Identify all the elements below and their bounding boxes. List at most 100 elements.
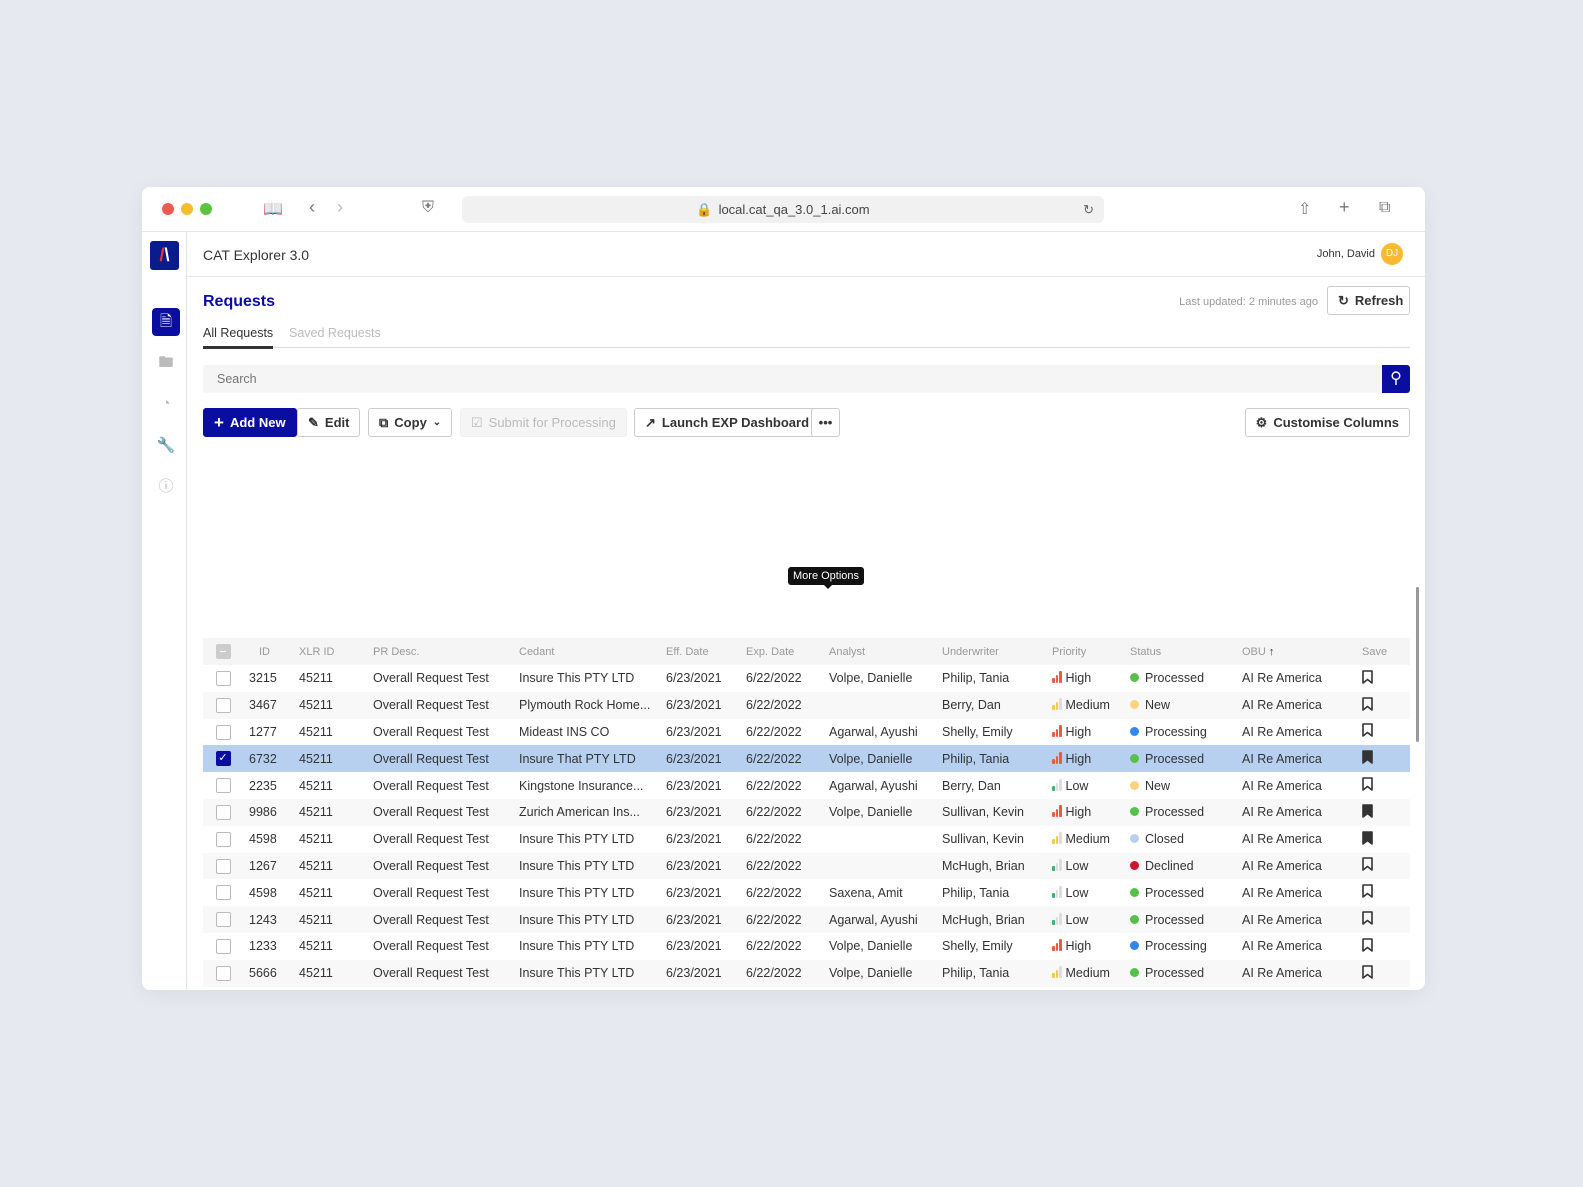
bookmark-icon[interactable] (1362, 964, 1373, 979)
column-header-save[interactable]: Save (1362, 638, 1410, 665)
column-header-underwriter[interactable]: Underwriter (942, 638, 1052, 665)
bookmark-icon[interactable] (1362, 723, 1373, 738)
column-header-status[interactable]: Status (1130, 638, 1242, 665)
back-icon[interactable]: ‹ (309, 197, 315, 218)
close-window-button[interactable] (162, 203, 174, 215)
tabs: All Requests Saved Requests (203, 321, 1410, 349)
priority-bars-icon (1052, 805, 1062, 818)
last-updated: Last updated: 2 minutes ago (1179, 296, 1318, 308)
bookmark-icon[interactable] (1362, 696, 1373, 711)
refresh-button[interactable]: ↻ Refresh (1327, 286, 1410, 315)
cell-status: Processed (1130, 799, 1242, 826)
table-row[interactable]: 4598 45211 Overall Request Test Insure T… (203, 826, 1410, 853)
reload-icon[interactable]: ↻ (1083, 196, 1094, 223)
cell-cedant: Mideast INS CO (519, 724, 610, 739)
column-header-exp-date[interactable]: Exp. Date (746, 638, 829, 665)
bookmark-icon[interactable] (1362, 884, 1373, 899)
table-row[interactable]: 3215 45211 Overall Request Test Insure T… (203, 665, 1410, 692)
row-checkbox[interactable] (215, 885, 231, 901)
table-row[interactable]: 1267 45211 Overall Request Test Insure T… (203, 852, 1410, 880)
column-header-priority[interactable]: Priority (1052, 638, 1130, 665)
column-header-cedant[interactable]: Cedant (519, 638, 666, 665)
table-scrollbar[interactable] (1416, 587, 1419, 742)
search-input[interactable] (203, 365, 1382, 393)
table-row[interactable]: 2235 45211 Overall Request Test Kingston… (203, 772, 1410, 799)
shield-icon[interactable]: ⛨ (422, 199, 434, 217)
bookmark-icon[interactable] (1362, 777, 1373, 791)
table-row[interactable]: 5666 45211 Overall Request Test Insure T… (203, 959, 1410, 987)
table-row[interactable]: 1233 45211 Overall Request Test Insure T… (203, 933, 1410, 960)
minimize-window-button[interactable] (181, 203, 193, 215)
bookmark-icon[interactable] (1362, 857, 1373, 872)
sidebar-item-folders[interactable]: 🖿 (152, 349, 180, 377)
table-row[interactable]: ✓ 6732 45211 Overall Request Test Insure… (203, 745, 1410, 773)
table-row[interactable]: 1243 45211 Overall Request Test Insure T… (203, 906, 1410, 933)
edit-label: Edit (324, 415, 350, 430)
cell-eff-date: 6/23/2021 (666, 939, 722, 954)
row-checkbox[interactable] (215, 724, 231, 740)
add-new-button[interactable]: + Add New (203, 408, 297, 437)
row-checkbox[interactable] (215, 778, 231, 794)
search-button[interactable]: ⚲ (1382, 365, 1410, 393)
more-options-button[interactable]: ••• (811, 408, 840, 437)
launch-exp-dashboard-button[interactable]: ↗ Launch EXP Dashboard (634, 408, 821, 437)
cell-analyst: Agarwal, Ayushi (829, 724, 918, 739)
table-row[interactable]: 9986 45211 Overall Request Test Zurich A… (203, 798, 1410, 826)
bookmark-icon[interactable] (1362, 911, 1373, 925)
cell-analyst: Agarwal, Ayushi (829, 912, 918, 927)
bookmarks-icon[interactable]: 📖 (263, 199, 283, 219)
status-label: Processed (1145, 751, 1205, 766)
maximize-window-button[interactable] (200, 203, 212, 215)
row-checkbox[interactable] (215, 858, 231, 874)
cell-eff-date: 6/23/2021 (666, 858, 722, 873)
share-icon[interactable]: ⇧ (1298, 199, 1311, 219)
sidebar-item-tools[interactable]: 🔧 (152, 432, 180, 460)
cell-priority: High (1052, 799, 1130, 826)
sidebar-item-analytics[interactable]: ◔ (152, 390, 180, 418)
forward-icon[interactable]: › (337, 197, 343, 218)
priority-bars-icon (1052, 858, 1062, 871)
app-logo[interactable]: /\ (150, 241, 179, 270)
tabs-overview-icon[interactable]: ⧉ (1379, 199, 1390, 217)
column-header-eff-date[interactable]: Eff. Date (666, 638, 746, 665)
column-header-pr-desc[interactable]: PR Desc. (373, 638, 519, 665)
row-checkbox[interactable] (215, 804, 231, 820)
status-dot-icon (1130, 968, 1139, 978)
table-row[interactable]: 1277 45211 Overall Request Test Mideast … (203, 719, 1410, 746)
tab-all-requests[interactable]: All Requests (203, 326, 274, 349)
column-header-obu[interactable]: OBU ↑ (1242, 638, 1362, 665)
bookmark-icon[interactable] (1362, 830, 1373, 845)
new-tab-icon[interactable]: + (1339, 197, 1350, 218)
table-row[interactable]: 3200 45211 Overall Request Test Insure T… (203, 987, 1410, 990)
address-bar[interactable]: 🔒 local.cat_qa_3.0_1.ai.com ↻ (462, 196, 1104, 223)
row-checkbox[interactable] (215, 938, 231, 954)
bookmark-icon[interactable] (1362, 670, 1373, 684)
edit-button[interactable]: ✎ Edit (297, 408, 361, 437)
row-checkbox[interactable]: ✓ (215, 751, 231, 767)
submit-for-processing-button[interactable]: ☑ Submit for Processing (460, 408, 627, 437)
sidebar-item-requests[interactable]: 🗎 (152, 308, 180, 336)
cell-exp-date: 6/22/2022 (746, 858, 802, 873)
select-all-checkbox[interactable] (215, 644, 231, 659)
tab-saved-requests[interactable]: Saved Requests (289, 326, 381, 340)
sidebar-item-info[interactable]: ⓘ (152, 473, 180, 501)
column-header-analyst[interactable]: Analyst (829, 638, 942, 665)
bookmark-icon[interactable] (1362, 750, 1373, 765)
row-checkbox[interactable] (215, 912, 231, 928)
customise-columns-button[interactable]: ⚙ Customise Columns (1244, 408, 1410, 437)
row-checkbox[interactable] (215, 965, 231, 981)
table-row[interactable]: 3467 45211 Overall Request Test Plymouth… (203, 691, 1410, 719)
table-row[interactable]: 4598 45211 Overall Request Test Insure T… (203, 879, 1410, 906)
column-header-id[interactable]: ID (243, 638, 299, 665)
row-checkbox[interactable] (215, 671, 231, 686)
copy-button[interactable]: ⧉ Copy ⌄ (368, 408, 453, 437)
column-header-xlr-id[interactable]: XLR ID (299, 638, 373, 665)
row-checkbox[interactable] (215, 697, 231, 713)
row-checkbox[interactable] (215, 831, 231, 847)
cell-pr-desc: Overall Request Test (373, 724, 489, 739)
user-menu[interactable]: John, David DJ (1317, 243, 1403, 265)
bookmark-icon[interactable] (1362, 938, 1373, 952)
cell-cedant: Insure That PTY LTD (519, 751, 636, 766)
status-label: Processed (1145, 966, 1205, 981)
bookmark-icon[interactable] (1362, 804, 1373, 818)
